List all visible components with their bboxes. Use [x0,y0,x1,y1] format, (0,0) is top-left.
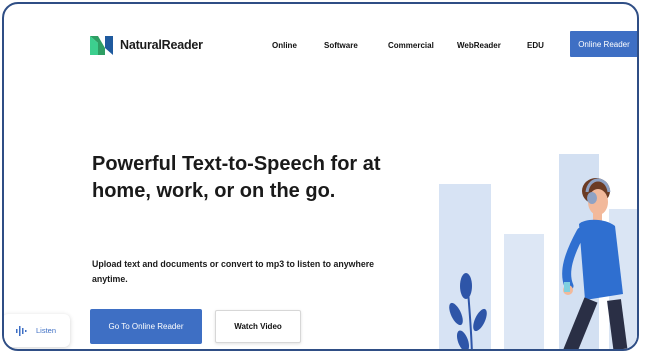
hero-subtext: Upload text and documents or convert to … [92,259,375,284]
listen-widget[interactable]: Listen [4,314,70,347]
person-listening-illustration [439,154,637,349]
naturalreader-logo-icon [90,36,113,55]
browser-frame: NaturalReader Online Software Commercial… [2,2,639,351]
brand-name: NaturalReader [120,38,203,52]
go-to-online-reader-button[interactable]: Go To Online Reader [90,309,202,344]
nav-item-software[interactable]: Software [324,41,358,50]
brand-logo[interactable]: NaturalReader [89,34,203,56]
online-reader-button[interactable]: Online Reader [570,31,637,57]
nav-item-commercial[interactable]: Commercial [388,41,434,50]
audio-wave-icon [16,325,27,336]
nav-item-edu[interactable]: EDU [527,41,544,50]
nav-item-webreader[interactable]: WebReader [457,41,501,50]
nav-item-online[interactable]: Online [272,41,297,50]
listen-label: Listen [36,326,57,335]
hero-headline: Powerful Text-to-Speech for at home, wor… [92,153,381,202]
watch-video-button[interactable]: Watch Video [215,310,301,343]
